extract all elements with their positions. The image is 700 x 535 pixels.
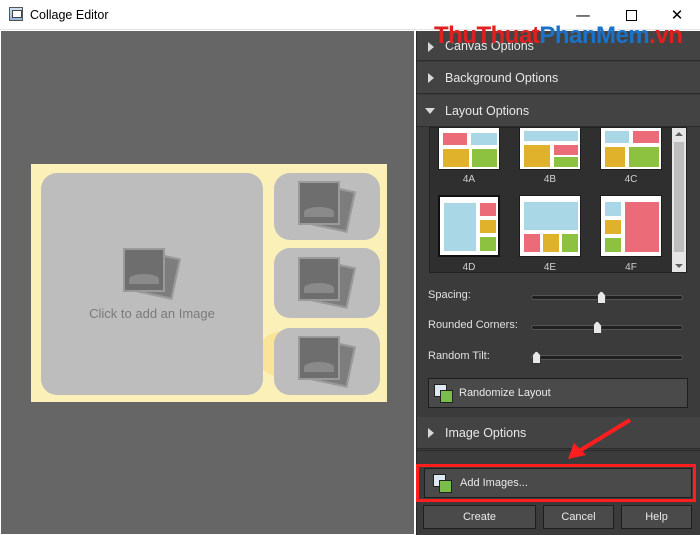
photo-placeholder-icon bbox=[298, 180, 356, 233]
expand-arrow-icon bbox=[428, 73, 434, 83]
scroll-thumb[interactable] bbox=[674, 142, 684, 252]
layout-scrollbar[interactable] bbox=[672, 128, 686, 272]
collage-preview: Click to add an Image bbox=[31, 164, 387, 402]
add-image-hint: Click to add an Image bbox=[89, 305, 215, 321]
image-slot-2[interactable] bbox=[274, 173, 380, 240]
layout-thumb-4c[interactable] bbox=[600, 128, 662, 170]
rounded-corners-label: Rounded Corners: bbox=[428, 319, 518, 331]
layout-thumb-4a[interactable] bbox=[438, 128, 500, 170]
maximize-icon bbox=[625, 9, 637, 21]
section-label: Background Options bbox=[445, 70, 559, 85]
options-panel: Canvas Options Background Options Layout… bbox=[416, 31, 700, 535]
layout-label: 4A bbox=[462, 174, 476, 185]
section-background-options[interactable]: Background Options bbox=[417, 62, 700, 94]
watermark-part: .vn bbox=[649, 22, 683, 49]
scroll-down-icon[interactable] bbox=[675, 264, 683, 268]
collage-canvas-area: Click to add an Image bbox=[1, 31, 414, 534]
expand-arrow-icon bbox=[428, 428, 434, 438]
random-tilt-label: Random Tilt: bbox=[428, 350, 490, 362]
spacing-label: Spacing: bbox=[428, 289, 471, 301]
photo-placeholder-icon bbox=[123, 247, 181, 300]
image-slot-3[interactable] bbox=[274, 248, 380, 318]
watermark-logo: ThuThuatPhanMem.vn bbox=[434, 22, 683, 50]
photo-placeholder-icon bbox=[298, 335, 356, 388]
cancel-button[interactable]: Cancel bbox=[543, 505, 614, 529]
create-button[interactable]: Create bbox=[423, 505, 536, 529]
layout-label: 4C bbox=[624, 174, 638, 185]
layout-thumb-4b[interactable] bbox=[519, 128, 581, 170]
layout-label: 4F bbox=[625, 262, 637, 273]
section-layout-options[interactable]: Layout Options bbox=[417, 95, 700, 127]
randomize-layout-button[interactable]: Randomize Layout bbox=[428, 378, 688, 408]
random-tilt-slider-handle[interactable] bbox=[532, 351, 541, 364]
layout-label: 4E bbox=[543, 262, 557, 273]
image-slot-main[interactable]: Click to add an Image bbox=[41, 173, 263, 395]
section-label: Image Options bbox=[445, 425, 527, 440]
help-button[interactable]: Help bbox=[621, 505, 692, 529]
layout-thumb-4f[interactable] bbox=[600, 195, 662, 257]
randomize-icon bbox=[434, 384, 454, 403]
layout-thumb-4e[interactable] bbox=[519, 195, 581, 257]
collapse-arrow-icon bbox=[425, 108, 435, 114]
button-label: Randomize Layout bbox=[459, 387, 551, 399]
scroll-up-icon[interactable] bbox=[675, 132, 683, 136]
spacing-slider[interactable] bbox=[531, 291, 683, 304]
annotation-arrow-icon bbox=[568, 418, 632, 459]
highlight-box bbox=[416, 464, 696, 502]
layout-label: 4B bbox=[543, 174, 557, 185]
rounded-corners-slider[interactable] bbox=[531, 321, 683, 334]
layout-grid: 4A 4B 4C 4D 4E 4F bbox=[429, 127, 687, 273]
watermark-part: ThuThuat bbox=[434, 22, 540, 49]
app-icon bbox=[9, 7, 23, 21]
layout-thumb-4d[interactable] bbox=[438, 195, 500, 257]
section-image-options[interactable]: Image Options bbox=[417, 417, 700, 449]
layout-label: 4D bbox=[462, 262, 476, 273]
image-slot-4[interactable] bbox=[274, 328, 380, 395]
rounded-corners-slider-handle[interactable] bbox=[592, 321, 602, 334]
photo-placeholder-icon bbox=[298, 257, 356, 309]
random-tilt-slider[interactable] bbox=[531, 351, 683, 364]
window-title: Collage Editor bbox=[30, 8, 109, 22]
section-label: Layout Options bbox=[445, 103, 530, 118]
watermark-part: PhanMem bbox=[539, 22, 650, 49]
spacing-slider-handle[interactable] bbox=[596, 291, 606, 304]
